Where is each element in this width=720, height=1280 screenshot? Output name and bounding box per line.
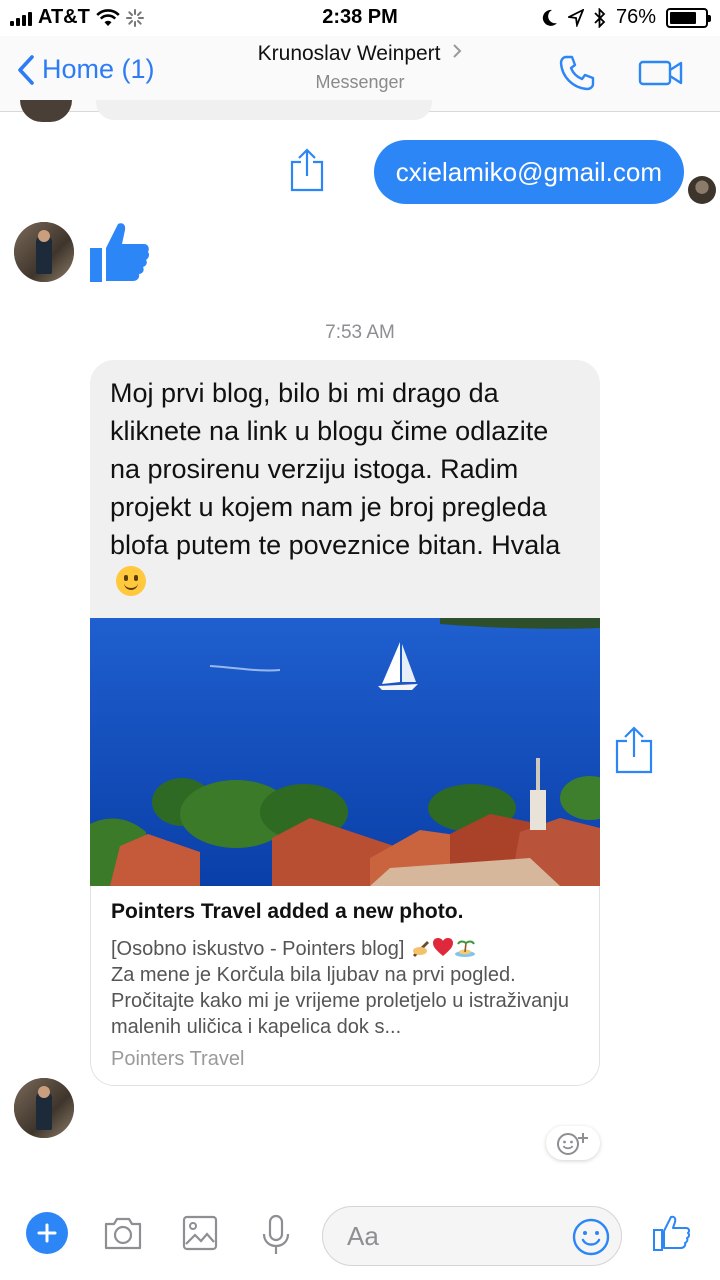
avatar-partial [20, 100, 72, 122]
call-actions [558, 54, 684, 92]
add-reaction-button[interactable] [546, 1126, 600, 1160]
outgoing-message-text: cxielamiko@gmail.com [395, 156, 662, 187]
previous-message-bubble[interactable] [96, 100, 432, 120]
battery-percent: 76% [615, 6, 656, 28]
more-actions-button[interactable] [26, 1212, 68, 1254]
contact-name: Krunoslav Weinpert [257, 42, 441, 65]
island-emoji-icon [455, 940, 476, 957]
link-preview-photo[interactable] [90, 618, 600, 886]
link-description-body: Za mene je Korčula bila ljubav na prvi p… [111, 964, 516, 986]
read-receipt-avatar [688, 176, 716, 204]
link-source: Pointers Travel [111, 1048, 245, 1070]
heart-emoji-icon [433, 938, 454, 956]
smiley-emoji-icon [116, 566, 146, 596]
outgoing-message-bubble[interactable]: cxielamiko@gmail.com [373, 140, 684, 204]
link-preview-card[interactable]: Pointers Travel added a new photo. [Osob… [90, 886, 600, 1086]
add-reaction-icon [557, 1133, 588, 1155]
microphone-icon[interactable] [260, 1214, 292, 1256]
emoji-icon[interactable] [571, 1217, 611, 1257]
plus-icon [37, 1223, 57, 1243]
moon-icon [542, 9, 557, 26]
status-right: 76% [542, 6, 711, 29]
message-input[interactable] [347, 1220, 567, 1252]
thumbs-up-icon[interactable] [88, 220, 150, 284]
incoming-message-bubble[interactable]: Moj prvi blog, bilo bi mi drago da klikn… [90, 360, 600, 1086]
avatar[interactable] [14, 1078, 74, 1138]
link-description-first: [Osobno iskustvo - Pointers blog] [111, 938, 405, 960]
share-icon[interactable] [612, 726, 656, 776]
location-icon [567, 8, 584, 27]
bluetooth-icon [594, 7, 606, 28]
link-title: Pointers Travel added a new photo. [111, 900, 464, 923]
status-bar: AT&T 2:38 PM 76% [0, 0, 720, 36]
link-description: [Osobno iskustvo - Pointers blog] Za men… [111, 936, 579, 1040]
like-button-icon[interactable] [652, 1214, 690, 1252]
writing-hand-emoji-icon [413, 941, 430, 957]
battery-icon [666, 7, 711, 28]
video-call-icon[interactable] [638, 58, 684, 88]
phone-icon[interactable] [558, 54, 596, 92]
message-composer [0, 1196, 720, 1280]
link-description-body-2: Pročitajte kako mi je vrijeme proletjelo… [111, 990, 569, 1038]
avatar[interactable] [14, 222, 74, 282]
incoming-message-text-block: Moj prvi blog, bilo bi mi drago da klikn… [90, 360, 600, 618]
gallery-icon[interactable] [182, 1214, 218, 1252]
camera-icon[interactable] [102, 1214, 144, 1252]
message-timestamp: 7:53 AM [325, 322, 395, 343]
message-input-box[interactable] [322, 1206, 622, 1266]
incoming-message-text: Moj prvi blog, bilo bi mi drago da klikn… [110, 378, 561, 560]
share-icon[interactable] [288, 148, 326, 194]
chevron-right-icon [453, 44, 462, 58]
